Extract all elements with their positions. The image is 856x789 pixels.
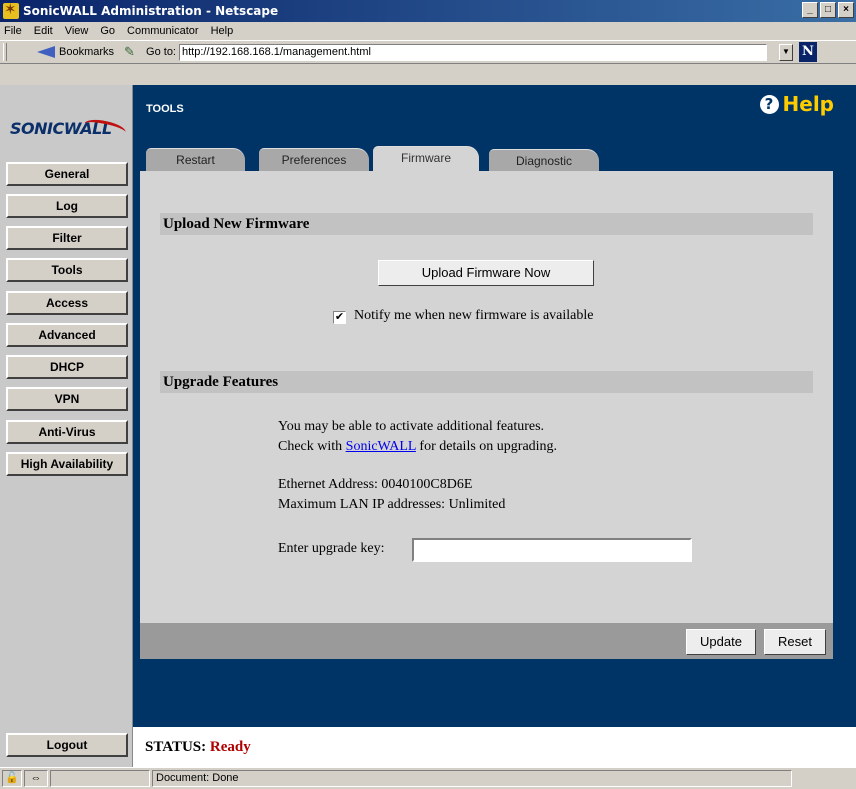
menu-go[interactable]: Go [100, 25, 115, 37]
status-area: STATUS: Ready [133, 727, 856, 767]
close-button[interactable]: × [838, 2, 854, 18]
browser-window: SonicWALL Administration - Netscape _ □ … [0, 0, 856, 789]
menu-file[interactable]: File [4, 25, 22, 37]
browser-status-bar: 🔓 ⇔ Document: Done [0, 767, 856, 789]
title-bar: SonicWALL Administration - Netscape _ □ … [0, 0, 856, 22]
update-button[interactable]: Update [686, 629, 756, 655]
nav-dhcp[interactable]: DHCP [6, 355, 128, 379]
page-title: TOOLS [146, 103, 184, 115]
goto-label: Go to: [146, 46, 176, 58]
window-controls: _ □ × [802, 2, 854, 18]
page-proxy-icon[interactable]: ✎ [124, 45, 138, 59]
nav-advanced[interactable]: Advanced [6, 323, 128, 347]
url-input[interactable] [179, 43, 767, 61]
maximize-button[interactable]: □ [820, 2, 836, 18]
main-area: TOOLS ? Help Restart Preferences Firmwar… [133, 85, 856, 727]
bookmarks-button[interactable]: Bookmarks [37, 46, 114, 58]
nav-log[interactable]: Log [6, 194, 128, 218]
ethernet-address: Ethernet Address: 0040100C8D6E [278, 477, 473, 492]
nav-access[interactable]: Access [6, 291, 128, 315]
upgrade-key-input[interactable] [412, 538, 692, 562]
menu-help[interactable]: Help [211, 25, 234, 37]
menu-communicator[interactable]: Communicator [127, 25, 199, 37]
notify-checkbox[interactable]: ✔ [333, 311, 346, 324]
nav-general[interactable]: General [6, 162, 128, 186]
location-toolbar: Bookmarks ✎ Go to: ▼ N [0, 40, 856, 64]
minimize-button[interactable]: _ [802, 2, 818, 18]
progress-cell [50, 770, 150, 787]
toolbar-grip[interactable] [3, 43, 7, 61]
bookmarks-label: Bookmarks [59, 46, 115, 58]
upload-firmware-heading: Upload New Firmware [160, 213, 813, 235]
help-link[interactable]: ? Help [759, 92, 834, 116]
reset-button[interactable]: Reset [764, 629, 826, 655]
notify-label: Notify me when new firmware is available [354, 308, 594, 323]
status-text: Document: Done [152, 770, 792, 787]
nav-high-availability[interactable]: High Availability [6, 452, 128, 476]
upgrade-key-label: Enter upgrade key: [278, 541, 385, 556]
sonicwall-link[interactable]: SonicWALL [346, 439, 416, 454]
tab-restart[interactable]: Restart [146, 148, 245, 171]
security-lock-icon[interactable]: 🔓 [2, 770, 22, 787]
status-line: STATUS: Ready [145, 739, 251, 756]
action-bar: Update Reset [140, 623, 833, 659]
tab-preferences[interactable]: Preferences [259, 148, 369, 171]
nav-anti-virus[interactable]: Anti-Virus [6, 420, 128, 444]
sidebar: SONICWALL General Log Filter Tools Acces… [0, 85, 133, 767]
nav-vpn[interactable]: VPN [6, 387, 128, 411]
connection-icon: ⇔ [24, 770, 48, 787]
netscape-app-icon [3, 0, 19, 19]
upgrade-features-heading: Upgrade Features [160, 371, 813, 393]
tab-diagnostic[interactable]: Diagnostic [489, 149, 599, 172]
logout-button[interactable]: Logout [6, 733, 128, 757]
upload-firmware-button[interactable]: Upload Firmware Now [378, 260, 594, 286]
help-icon: ? [759, 94, 779, 114]
max-lan-ip: Maximum LAN IP addresses: Unlimited [278, 497, 506, 512]
url-dropdown-button[interactable]: ▼ [779, 43, 793, 61]
status-label: STATUS: [145, 739, 207, 755]
nav-tools[interactable]: Tools [6, 258, 128, 282]
bookmarks-icon [37, 46, 55, 58]
help-label: Help [782, 92, 834, 116]
window-title: SonicWALL Administration - Netscape [23, 4, 279, 18]
upgrade-info-line: You may be able to activate additional f… [278, 419, 545, 434]
menu-bar: File Edit View Go Communicator Help [0, 22, 856, 40]
check-suffix: for details on upgrading. [415, 439, 558, 454]
firmware-panel: Upload New Firmware Upload Firmware Now … [140, 171, 833, 659]
nav-filter[interactable]: Filter [6, 226, 128, 250]
upgrade-check-line: Check with SonicWALL for details on upgr… [278, 439, 557, 455]
status-value: Ready [209, 739, 251, 755]
menu-edit[interactable]: Edit [34, 25, 53, 37]
page-content: SONICWALL General Log Filter Tools Acces… [0, 85, 856, 767]
tab-firmware[interactable]: Firmware [373, 146, 479, 171]
check-prefix: Check with [278, 439, 346, 454]
netscape-logo[interactable]: N [799, 42, 817, 62]
menu-view[interactable]: View [65, 25, 89, 37]
